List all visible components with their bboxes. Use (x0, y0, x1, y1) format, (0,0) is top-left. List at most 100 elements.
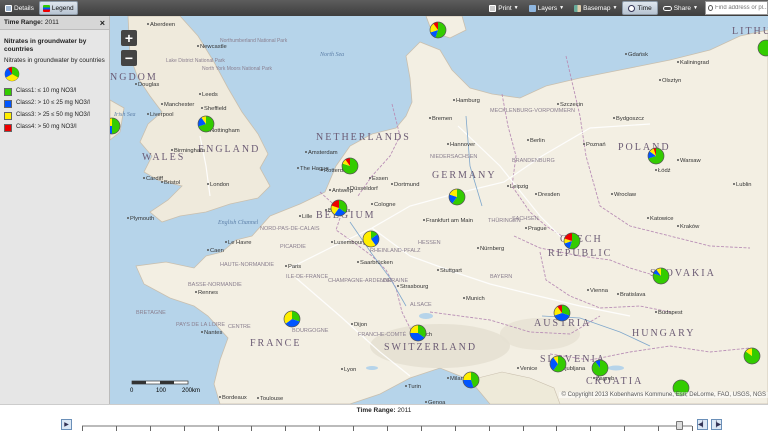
time-label: Time (637, 4, 652, 12)
city-label: Zagreb (596, 376, 614, 382)
city-marker (357, 261, 359, 263)
search-icon (708, 5, 713, 11)
map-canvas[interactable]: NETHERLANDS GERMANY POLAND BELGIUM FRANC… (110, 16, 768, 404)
tab-legend[interactable]: Legend (38, 1, 78, 15)
city-label: Bratislava (620, 292, 646, 298)
region-label: ALSACE (410, 302, 432, 308)
pie-symbol[interactable] (647, 147, 665, 165)
city-label: Wrocław (614, 192, 637, 198)
lake-constance (419, 313, 433, 319)
search-box (705, 1, 768, 15)
pie-symbol[interactable] (743, 347, 761, 365)
zoom-in-button[interactable]: + (121, 30, 137, 46)
clock-icon (628, 4, 636, 12)
basemap-label: Basemap (583, 4, 611, 12)
city-marker (371, 203, 373, 205)
basemap-svg: NETHERLANDS GERMANY POLAND BELGIUM FRANC… (110, 16, 768, 404)
city-marker (527, 139, 529, 141)
city-label: Caen (210, 248, 224, 254)
city-label: Amsterdam (308, 150, 338, 156)
city-label: Olsztyn (662, 78, 681, 84)
city-marker (147, 113, 149, 115)
region-label: SACHSEN (512, 216, 539, 222)
city-label: Manchester (164, 102, 194, 108)
city-label: Sheffield (204, 106, 226, 112)
country-label: REPUBLIC (548, 248, 612, 259)
city-marker (517, 367, 519, 369)
layers-label: Layers (537, 4, 558, 12)
city-marker (285, 265, 287, 267)
country-label: LITHU (732, 26, 768, 37)
pie-symbol[interactable] (563, 232, 581, 250)
pie-symbol[interactable] (591, 359, 609, 377)
legend-item-class3: Class3: > 25 ≤ 50 mg NO3/l (4, 112, 105, 120)
city-marker (351, 323, 353, 325)
pie-symbol[interactable] (283, 310, 301, 328)
city-marker (463, 297, 465, 299)
next-button[interactable]: ▕▶ (711, 419, 722, 430)
city-label: Birmingham (174, 148, 205, 154)
time-slider-tick (590, 426, 592, 431)
zoom-out-button[interactable]: − (121, 50, 137, 66)
pie-symbol[interactable] (652, 267, 670, 285)
city-label: Turin (408, 384, 421, 390)
city-marker (147, 23, 149, 25)
city-label: Dresden (538, 192, 560, 198)
time-slider-tick (624, 426, 626, 431)
city-marker (225, 241, 227, 243)
share-button[interactable]: Share ▼ (658, 1, 703, 15)
region-label: PAYS DE LA LOIRE (176, 322, 225, 328)
pie-symbol[interactable] (448, 188, 466, 206)
legend-title: Nitrates in groundwater by countries (4, 38, 87, 53)
city-label: Dortmund (394, 182, 419, 188)
city-marker (257, 397, 259, 399)
pie-symbol[interactable] (429, 21, 447, 39)
previous-button[interactable]: ◀▏ (697, 419, 708, 430)
basemap-button[interactable]: Basemap ▼ (569, 1, 622, 15)
play-button[interactable]: ▶ (61, 419, 72, 430)
time-slider-tick (149, 426, 151, 431)
time-button[interactable]: Time (622, 1, 658, 15)
class1-swatch (4, 88, 12, 96)
city-label: Plymouth (130, 216, 154, 222)
city-label: Essen (372, 176, 388, 182)
pie-symbol[interactable] (362, 230, 380, 248)
scale-bar-graphic: 0 100 200km (130, 380, 200, 394)
city-label: Munich (466, 296, 485, 302)
city-label: Nürnberg (480, 246, 504, 252)
tab-details[interactable]: Details (2, 1, 37, 15)
city-label: Leeds (202, 92, 218, 98)
city-marker (397, 285, 399, 287)
city-label: Hannover (450, 142, 475, 148)
search-input[interactable] (715, 5, 767, 11)
city-label: Douglas (138, 82, 159, 88)
region-label: MECKLENBURG-VORPOMMERN (490, 108, 575, 114)
time-slider-thumb[interactable] (675, 421, 683, 430)
city-marker (199, 93, 201, 95)
city-label: Poznań (586, 142, 606, 148)
city-marker (655, 311, 657, 313)
close-icon[interactable]: × (100, 18, 105, 28)
pie-symbol[interactable] (549, 355, 567, 373)
city-label: Luxembourg (334, 240, 366, 246)
pie-symbol[interactable] (553, 304, 571, 322)
pie-symbol[interactable] (330, 199, 348, 217)
pie-symbol[interactable] (197, 115, 215, 133)
city-label: Bristol (164, 180, 180, 186)
pie-symbol[interactable] (409, 324, 427, 342)
next-icon: ▕▶ (711, 422, 722, 428)
layers-button[interactable]: Layers ▼ (524, 1, 569, 15)
pie-symbol[interactable] (462, 371, 480, 389)
city-label: Lyon (344, 367, 356, 373)
city-marker (161, 181, 163, 183)
time-slider-tick (420, 426, 422, 431)
previous-icon: ◀▏ (697, 422, 708, 428)
print-button[interactable]: Print ▼ (484, 1, 523, 15)
city-label: Prague (528, 226, 547, 232)
city-label: Lublin (736, 182, 751, 188)
city-label: Toulouse (260, 396, 283, 402)
sea-label: English Channel (217, 220, 258, 226)
city-marker (525, 227, 527, 229)
pie-symbol[interactable] (341, 157, 359, 175)
city-marker (429, 117, 431, 119)
